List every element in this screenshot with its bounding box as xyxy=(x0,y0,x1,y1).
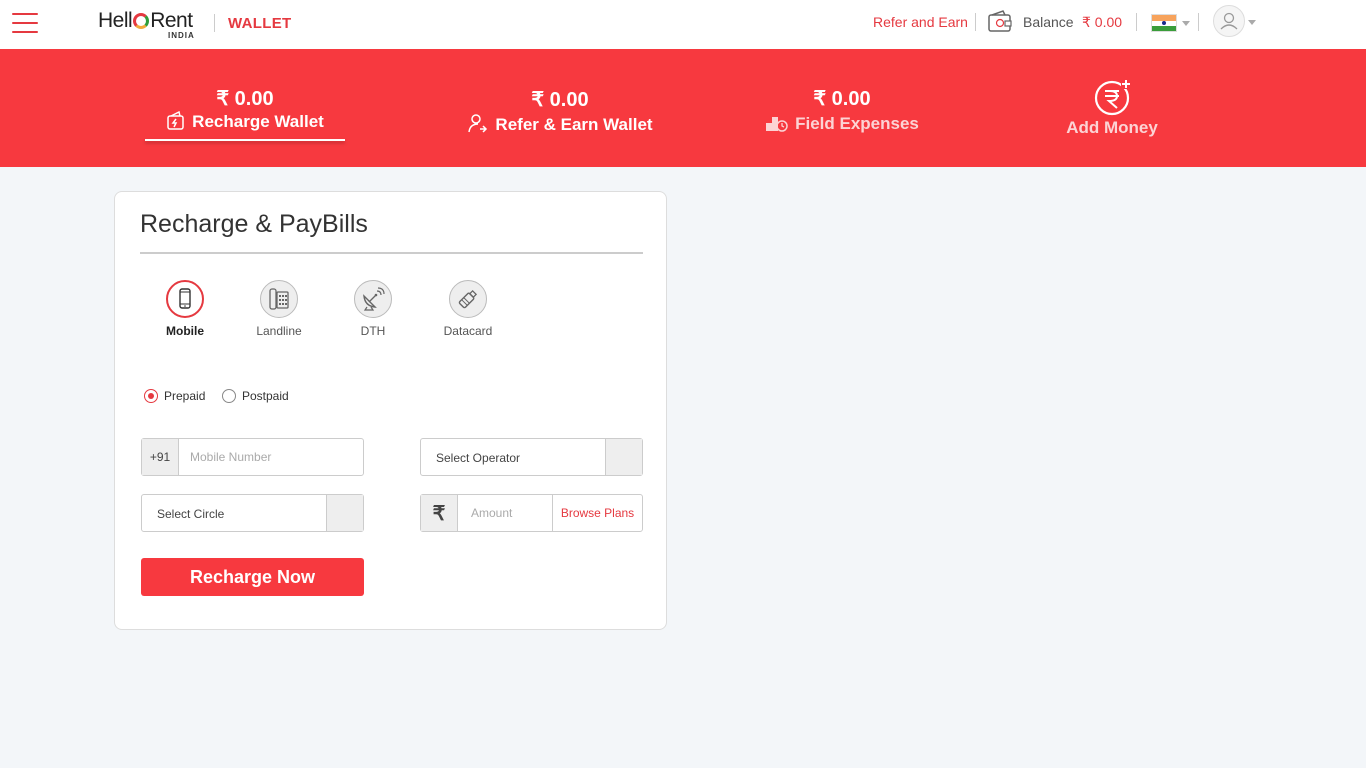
operator-dropdown-button[interactable] xyxy=(605,439,642,475)
country-code: +91 xyxy=(142,439,179,475)
landline-icon xyxy=(260,280,298,318)
refer-user-icon xyxy=(468,114,488,133)
hamburger-menu-icon[interactable] xyxy=(12,13,38,35)
chevron-down-icon[interactable] xyxy=(1182,21,1190,26)
operator-select[interactable]: Select Operator xyxy=(420,438,643,476)
refer-and-earn-link[interactable]: Refer and Earn xyxy=(873,14,968,30)
radio-prepaid[interactable]: Prepaid xyxy=(144,389,205,403)
service-landline[interactable]: Landline xyxy=(244,280,314,338)
balance-value: ₹ 0.00 xyxy=(1082,14,1123,30)
top-header: Hell Rent INDIA WALLET Refer and Earn Bal… xyxy=(0,0,1366,49)
logo-divider xyxy=(214,14,215,32)
circle-select[interactable]: Select Circle xyxy=(141,494,364,532)
header-divider xyxy=(975,13,976,31)
recharge-card: Recharge & PayBills Mobile Landline DTH … xyxy=(114,191,667,630)
rupee-icon: ₹ xyxy=(421,495,458,531)
amount-input[interactable] xyxy=(471,506,551,520)
header-divider xyxy=(1136,13,1137,31)
dish-antenna-icon xyxy=(354,280,392,318)
title-divider xyxy=(140,252,643,254)
datacard-icon xyxy=(449,280,487,318)
tab-add-money[interactable]: Add Money xyxy=(1042,77,1182,139)
field-expenses-icon xyxy=(766,117,788,132)
section-title: WALLET xyxy=(228,15,292,32)
india-flag-icon[interactable] xyxy=(1151,14,1177,32)
wallet-banner: ₹ 0.00 Recharge Wallet ₹ 0.00 Refer & Ea… xyxy=(0,49,1366,167)
add-money-icon xyxy=(1094,79,1131,116)
amount-field: ₹ Browse Plans xyxy=(420,494,643,532)
mobile-icon xyxy=(166,280,204,318)
chevron-down-icon[interactable] xyxy=(1248,20,1256,25)
recharge-now-button[interactable]: Recharge Now xyxy=(141,558,364,596)
tab-recharge-wallet[interactable]: ₹ 0.00 Recharge Wallet xyxy=(145,87,345,133)
balance-label: Balance xyxy=(1023,14,1074,30)
hellorent-logo[interactable]: Hell Rent INDIA xyxy=(98,9,194,41)
circle-dropdown-button[interactable] xyxy=(326,495,363,531)
radio-postpaid[interactable]: Postpaid xyxy=(222,389,289,403)
service-dth[interactable]: DTH xyxy=(338,280,408,338)
browse-plans-link[interactable]: Browse Plans xyxy=(552,495,642,531)
wallet-icon xyxy=(987,9,1013,33)
header-divider xyxy=(1198,13,1199,31)
card-title: Recharge & PayBills xyxy=(140,210,368,238)
recharge-wallet-icon xyxy=(167,110,184,130)
user-avatar-icon[interactable] xyxy=(1213,5,1245,37)
service-datacard[interactable]: Datacard xyxy=(433,280,503,338)
service-mobile[interactable]: Mobile xyxy=(150,280,220,338)
mobile-number-input[interactable] xyxy=(190,450,355,464)
tab-refer-earn-wallet[interactable]: ₹ 0.00 Refer & Earn Wallet xyxy=(445,88,675,136)
mobile-number-field: +91 xyxy=(141,438,364,476)
active-tab-indicator xyxy=(145,139,345,141)
tab-field-expenses[interactable]: ₹ 0.00 Field Expenses xyxy=(742,87,942,135)
